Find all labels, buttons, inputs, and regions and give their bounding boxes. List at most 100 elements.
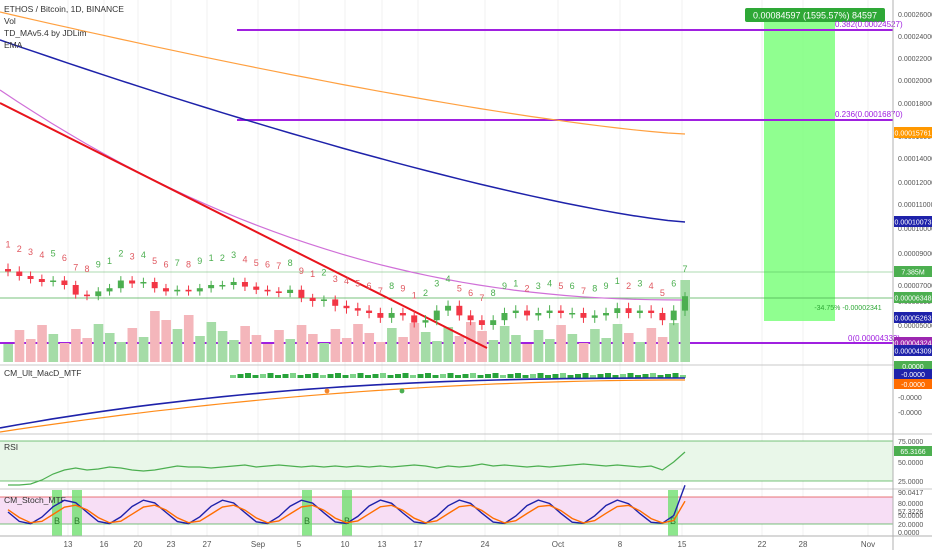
candle-body bbox=[399, 313, 406, 316]
macd-hist-bar bbox=[627, 373, 634, 378]
volume-bar bbox=[454, 336, 465, 362]
td-number: 3 bbox=[536, 281, 541, 291]
td-number: 2 bbox=[118, 249, 123, 259]
stoch-tick: 80.0000 bbox=[898, 501, 923, 508]
volume-bar bbox=[116, 342, 126, 362]
td-number: 2 bbox=[525, 283, 530, 293]
td-number: 5 bbox=[660, 288, 665, 298]
macd-hist-bar bbox=[357, 373, 364, 378]
td-number: 4 bbox=[344, 276, 349, 286]
td-number: 2 bbox=[321, 267, 326, 277]
time-label: 24 bbox=[481, 540, 490, 549]
td-number: 5 bbox=[355, 279, 360, 289]
candle-body bbox=[670, 310, 677, 321]
macd-hist-bar bbox=[515, 373, 521, 378]
price-axis-badges: 0.00015761 0.00010073 7.385M 0.00006348 0.00… bbox=[894, 127, 932, 456]
td-number: 7 bbox=[581, 286, 586, 296]
td-number: 4 bbox=[39, 250, 44, 260]
td-number: 1 bbox=[107, 256, 112, 266]
macd-hist-bar bbox=[342, 375, 349, 378]
stoch-buy-label: B bbox=[74, 516, 80, 526]
td-number: 1 bbox=[615, 276, 620, 286]
stoch-buy-zone bbox=[668, 490, 678, 536]
macd-tick: -0.0000 bbox=[898, 395, 922, 402]
volume-bar bbox=[150, 311, 160, 362]
td-number: 4 bbox=[649, 281, 654, 291]
time-label: Sep bbox=[251, 540, 266, 549]
stoch-buy-zone bbox=[72, 490, 82, 536]
macd-hist-bar bbox=[350, 374, 356, 378]
price-tick: 0.00010000 bbox=[898, 226, 932, 233]
time-label: 17 bbox=[414, 540, 423, 549]
indicator-vol[interactable]: Vol bbox=[4, 16, 16, 26]
macd-hist-bar bbox=[282, 374, 289, 378]
candle-body bbox=[264, 289, 271, 292]
volume-bar bbox=[285, 339, 296, 362]
volume-bar bbox=[161, 320, 171, 362]
time-label: 16 bbox=[100, 540, 109, 549]
td-number: 4 bbox=[547, 279, 552, 289]
volume-bar bbox=[578, 343, 589, 362]
indicator-td[interactable]: TD_MAv5.4 by JDLim bbox=[4, 28, 87, 38]
td-number: 1 bbox=[310, 269, 315, 279]
candle-body bbox=[659, 313, 666, 321]
macd-hist-bar bbox=[275, 375, 281, 378]
td-number: 4 bbox=[446, 274, 451, 284]
macd-hist-bar bbox=[462, 374, 469, 378]
time-label: 8 bbox=[618, 540, 623, 549]
td-number: 5 bbox=[457, 283, 462, 293]
volume-bar bbox=[556, 325, 566, 362]
macd-hist-bar bbox=[372, 374, 379, 378]
td-number: 5 bbox=[51, 249, 56, 259]
candle-body bbox=[377, 313, 384, 318]
macd-hist-bar bbox=[402, 373, 409, 378]
candle-body bbox=[411, 315, 418, 323]
candle-body bbox=[241, 282, 248, 287]
macd-line bbox=[0, 377, 685, 429]
time-label: 10 bbox=[341, 540, 350, 549]
measure-down-label: -34.75% -0.00002341 bbox=[814, 305, 881, 312]
macd-hist-bar bbox=[320, 375, 326, 378]
volume-bar bbox=[251, 335, 262, 362]
candle-body bbox=[569, 313, 576, 315]
price-tick: 0.00012000 bbox=[898, 180, 932, 187]
td-number: 8 bbox=[491, 288, 496, 298]
trading-chart[interactable]: 0.00084597 (1595.57%) 84597 0.382(0.0002… bbox=[0, 0, 932, 550]
volume-bar bbox=[646, 328, 657, 362]
measure-badge: 0.00084597 (1595.57%) 84597 bbox=[753, 11, 877, 21]
macd-hist-bar bbox=[297, 375, 304, 378]
price-tick: 0.00007000 bbox=[898, 283, 932, 290]
price-axis[interactable]: 0.00026000 0.00024000 0.00022000 0.00020000… bbox=[892, 0, 932, 550]
macd-tick: -0.0000 bbox=[898, 410, 922, 417]
volume-bar bbox=[172, 329, 183, 362]
macd-hist-bar bbox=[500, 375, 506, 378]
td-number: 3 bbox=[231, 250, 236, 260]
candle-body bbox=[298, 289, 305, 298]
symbol-title: ETHOS / Bitcoin, 1D, BINANCE bbox=[4, 4, 124, 14]
measure-zone bbox=[764, 8, 835, 321]
volume-bar bbox=[104, 333, 115, 362]
candle-body bbox=[16, 271, 23, 276]
stoch-pane[interactable]: BBBBB CM_Stoch_MTF bbox=[0, 485, 932, 536]
stoch-buy-label: B bbox=[54, 516, 60, 526]
td-number: 7 bbox=[276, 261, 281, 271]
volume-bar bbox=[353, 324, 363, 362]
macd-hist-bar bbox=[582, 373, 589, 378]
td-number: 9 bbox=[96, 259, 101, 269]
macd-hist-bar bbox=[267, 373, 274, 378]
rsi-pane[interactable]: RSI bbox=[0, 433, 932, 486]
time-axis[interactable]: 13 16 20 23 27 Sep 5 10 13 17 24 Oct 8 15 22 28 Nov bbox=[0, 535, 932, 549]
indicator-ema[interactable]: EMA bbox=[4, 40, 23, 50]
td-number: 3 bbox=[637, 279, 642, 289]
volume-bar bbox=[545, 339, 555, 362]
macd-hist-bar bbox=[417, 374, 424, 378]
candle-body bbox=[422, 320, 429, 323]
candle-body bbox=[38, 279, 45, 282]
macd-hist-bar bbox=[537, 373, 544, 378]
volume-bar bbox=[499, 326, 510, 362]
price-tick: 0.00005000 bbox=[898, 323, 932, 330]
macd-title: CM_Ult_MacD_MTF bbox=[4, 368, 81, 378]
macd-hist-bar bbox=[312, 373, 319, 378]
macd-pane[interactable]: CM_Ult_MacD_MTF bbox=[0, 364, 932, 433]
candle-body bbox=[467, 315, 474, 321]
